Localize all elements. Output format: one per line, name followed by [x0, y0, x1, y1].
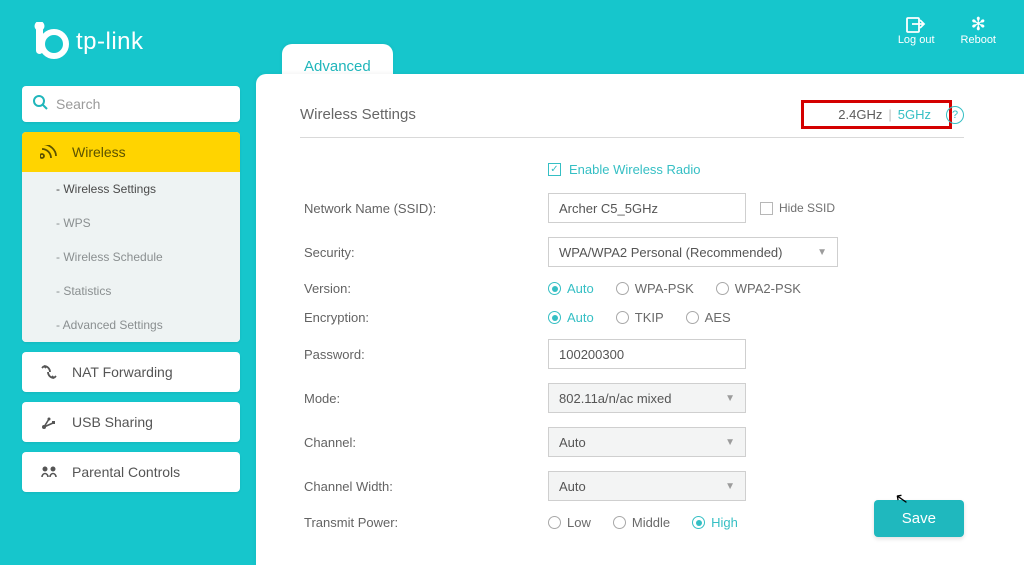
- sidebar-sub-statistics[interactable]: - Statistics: [22, 274, 240, 308]
- power-label: Transmit Power:: [300, 515, 548, 530]
- version-wpa2psk-radio[interactable]: WPA2-PSK: [716, 281, 801, 296]
- usb-icon: [40, 414, 58, 430]
- security-select[interactable]: WPA/WPA2 Personal (Recommended) ▼: [548, 237, 838, 267]
- channel-width-label: Channel Width:: [300, 479, 548, 494]
- cursor-icon: ↖: [893, 488, 910, 510]
- sidebar-sub-wireless-schedule[interactable]: - Wireless Schedule: [22, 240, 240, 274]
- ssid-label: Network Name (SSID):: [300, 201, 548, 216]
- wireless-icon: [40, 145, 58, 159]
- mode-select[interactable]: 802.11a/n/ac mixed▼: [548, 383, 746, 413]
- sidebar-sub-advanced-settings[interactable]: - Advanced Settings: [22, 308, 240, 342]
- hide-ssid-label: Hide SSID: [779, 201, 835, 215]
- search-box[interactable]: [22, 86, 240, 122]
- checkbox-checked-icon: ✓: [548, 163, 561, 176]
- help-icon[interactable]: ?: [946, 106, 964, 124]
- password-input[interactable]: [548, 339, 746, 369]
- channel-select[interactable]: Auto▼: [548, 427, 746, 457]
- ssid-input[interactable]: [548, 193, 746, 223]
- chevron-down-icon: ▼: [725, 437, 735, 448]
- logout-icon: [906, 14, 926, 34]
- encryption-aes-radio[interactable]: AES: [686, 310, 731, 325]
- sidebar-item-wireless[interactable]: Wireless: [22, 132, 240, 172]
- logout-button[interactable]: Log out: [898, 14, 935, 46]
- band-5ghz[interactable]: 5GHz: [898, 107, 931, 122]
- channel-label: Channel:: [300, 435, 548, 450]
- reboot-icon: ✻: [971, 14, 986, 34]
- reboot-label: Reboot: [961, 34, 996, 46]
- version-auto-radio[interactable]: Auto: [548, 281, 594, 296]
- band-selector-highlight: 2.4GHz | 5GHz: [801, 100, 952, 129]
- band-24ghz[interactable]: 2.4GHz: [838, 107, 882, 122]
- sidebar-item-nat[interactable]: NAT Forwarding: [22, 352, 240, 392]
- logo-icon: [30, 22, 70, 62]
- version-wpapsk-radio[interactable]: WPA-PSK: [616, 281, 694, 296]
- security-label: Security:: [300, 245, 548, 260]
- chevron-down-icon: ▼: [725, 393, 735, 404]
- search-input[interactable]: [56, 96, 237, 112]
- enable-radio-checkbox[interactable]: ✓ Enable Wireless Radio: [548, 162, 964, 177]
- sidebar-sub-wireless-settings[interactable]: - Wireless Settings: [22, 172, 240, 206]
- brand-logo: tp-link: [30, 22, 144, 62]
- power-high-radio[interactable]: High: [692, 515, 738, 530]
- brand-text: tp-link: [76, 28, 144, 56]
- sidebar-sub-wps[interactable]: - WPS: [22, 206, 240, 240]
- chevron-down-icon: ▼: [725, 481, 735, 492]
- sidebar-item-usb[interactable]: USB Sharing: [22, 402, 240, 442]
- search-icon: [32, 94, 48, 115]
- sidebar-usb-label: USB Sharing: [72, 414, 153, 430]
- chevron-down-icon: ▼: [817, 247, 827, 258]
- sidebar-item-parental[interactable]: Parental Controls: [22, 452, 240, 492]
- security-value: WPA/WPA2 Personal (Recommended): [559, 245, 782, 260]
- sidebar-wireless-label: Wireless: [72, 144, 126, 160]
- version-label: Version:: [300, 281, 548, 296]
- sidebar-nat-label: NAT Forwarding: [72, 364, 173, 380]
- content-panel: Wireless Settings 2.4GHz | 5GHz ? ✓ Enab…: [256, 74, 1024, 565]
- section-title: Wireless Settings: [300, 106, 416, 123]
- password-label: Password:: [300, 347, 548, 362]
- encryption-auto-radio[interactable]: Auto: [548, 310, 594, 325]
- hide-ssid-checkbox[interactable]: Hide SSID: [760, 201, 835, 215]
- enable-label: Enable Wireless Radio: [569, 162, 701, 177]
- nat-icon: [40, 364, 58, 380]
- sidebar-parental-label: Parental Controls: [72, 464, 180, 480]
- save-button[interactable]: Save: [874, 500, 964, 537]
- reboot-button[interactable]: ✻ Reboot: [961, 14, 996, 46]
- power-middle-radio[interactable]: Middle: [613, 515, 670, 530]
- logout-label: Log out: [898, 34, 935, 46]
- checkbox-empty-icon: [760, 202, 773, 215]
- power-low-radio[interactable]: Low: [548, 515, 591, 530]
- encryption-tkip-radio[interactable]: TKIP: [616, 310, 664, 325]
- parental-icon: [40, 465, 58, 479]
- channel-width-select[interactable]: Auto▼: [548, 471, 746, 501]
- mode-label: Mode:: [300, 391, 548, 406]
- encryption-label: Encryption:: [300, 310, 548, 325]
